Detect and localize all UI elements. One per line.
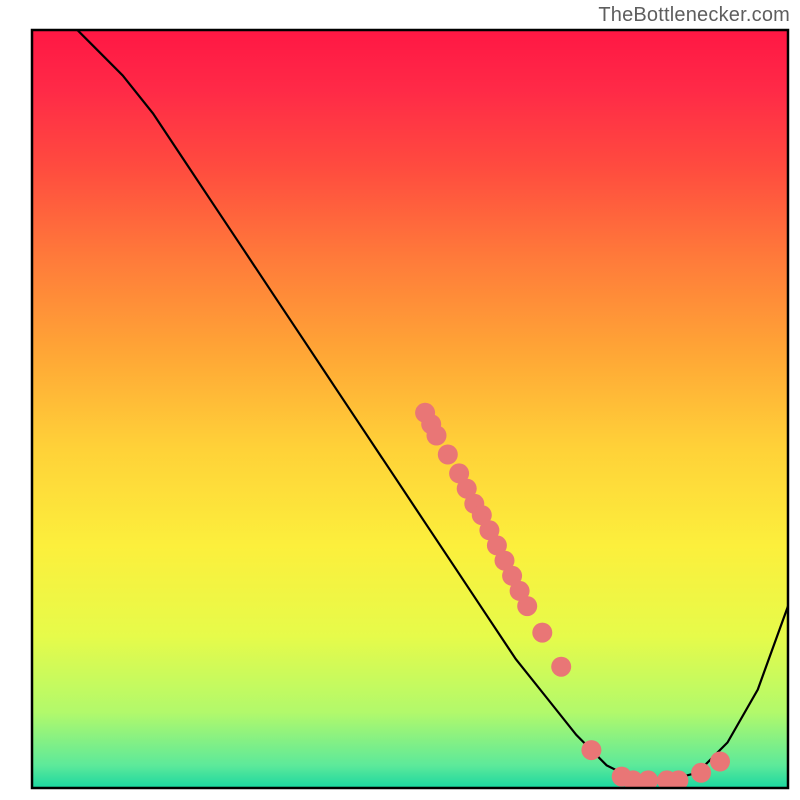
data-marker bbox=[691, 763, 711, 783]
data-marker bbox=[517, 596, 537, 616]
plot-area bbox=[32, 0, 788, 790]
bottleneck-chart bbox=[0, 0, 800, 800]
data-marker bbox=[710, 752, 730, 772]
gradient-background bbox=[32, 30, 788, 788]
data-marker bbox=[532, 623, 552, 643]
data-marker bbox=[581, 740, 601, 760]
chart-stage: TheBottlenecker.com bbox=[0, 0, 800, 800]
data-marker bbox=[438, 445, 458, 465]
data-marker bbox=[551, 657, 571, 677]
data-marker bbox=[427, 426, 447, 446]
